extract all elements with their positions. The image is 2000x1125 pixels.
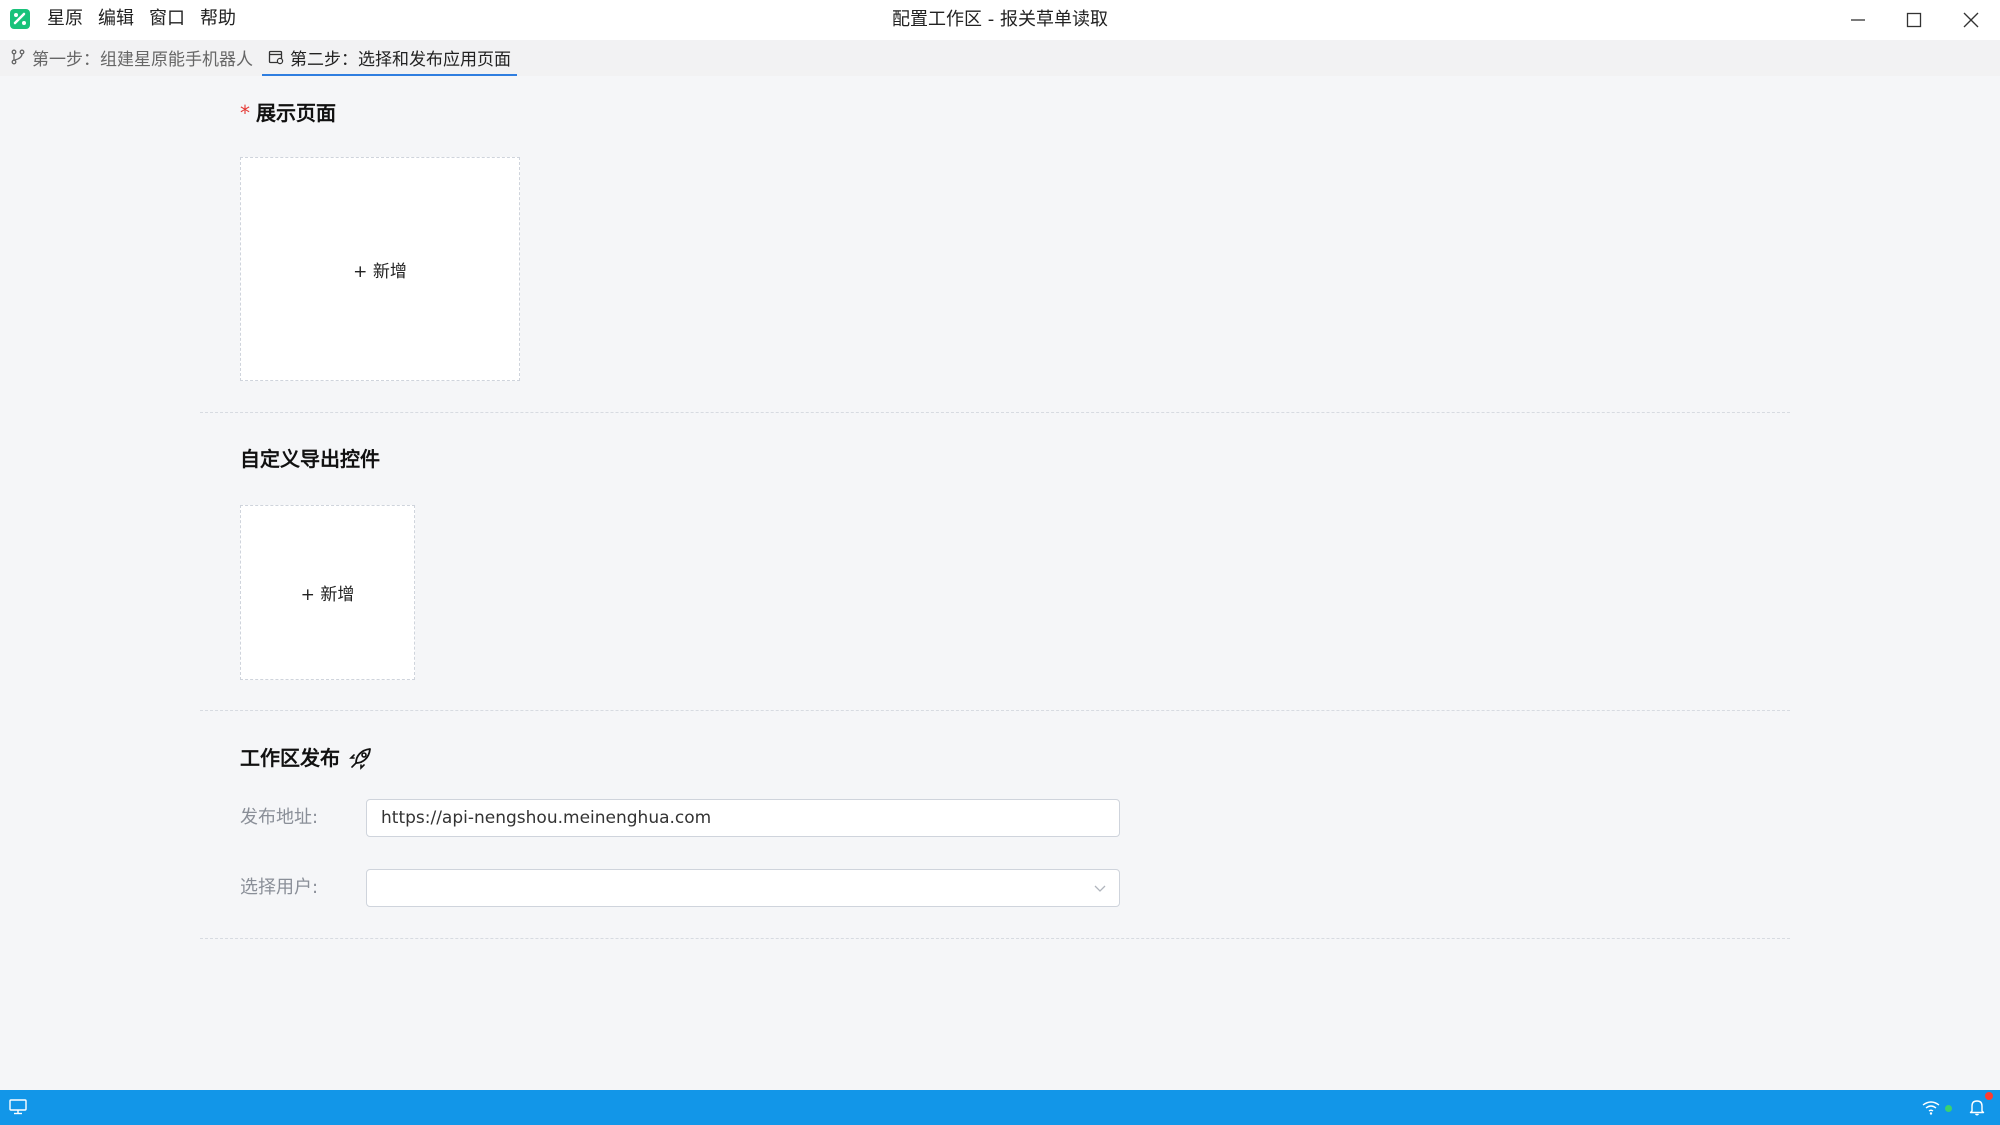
window-title: 配置工作区 - 报关草单读取 (892, 9, 1108, 30)
menu-item-window[interactable]: 窗口 (149, 7, 185, 31)
minimize-icon (1851, 19, 1865, 21)
add-export-control-button[interactable]: + 新增 (240, 505, 415, 680)
close-icon (1963, 12, 1979, 28)
menu-bar: 星原 编辑 窗口 帮助 (47, 7, 251, 31)
tab-step-one-label: 第一步：组建星原能手机器人 (32, 49, 253, 70)
close-button[interactable] (1943, 0, 1999, 40)
bell-icon[interactable] (1969, 1098, 1985, 1116)
tab-step-two-label: 第二步：选择和发布应用页面 (290, 49, 511, 70)
title-bar: 星原 编辑 窗口 帮助 配置工作区 - 报关草单读取 (0, 0, 2000, 40)
display-pages-title: * 展示页面 (240, 100, 336, 126)
publish-title: 工作区发布 (240, 745, 374, 771)
page-settings-icon (268, 50, 284, 65)
publish-address-label: 发布地址: (240, 807, 319, 828)
add-display-page-button[interactable]: + 新增 (240, 157, 520, 381)
menu-item-xingyuan[interactable]: 星原 (47, 7, 83, 31)
chevron-down-icon (1094, 885, 1106, 892)
add-export-control-label: + 新增 (300, 585, 355, 605)
section-divider (200, 710, 1790, 711)
app-logo-icon (10, 9, 30, 29)
section-divider (200, 938, 1790, 939)
main-content: *展示页面 + 新增 自定义导出控件 + 新增 工作区发布 发布地址: 选择用户… (0, 76, 2000, 1090)
publish-address-input[interactable] (366, 799, 1120, 837)
select-user-dropdown[interactable] (366, 869, 1120, 907)
add-display-page-label: + 新增 (353, 261, 407, 282)
wifi-icon[interactable] (1922, 1100, 1940, 1115)
section-divider (200, 412, 1790, 413)
menu-item-help[interactable]: 帮助 (200, 7, 236, 31)
publish-title-text: 工作区发布 (240, 746, 340, 770)
branch-icon (11, 49, 25, 65)
select-user-label: 选择用户: (240, 877, 319, 898)
status-bar (0, 1090, 2000, 1125)
maximize-icon (1906, 12, 1922, 28)
required-mark: * (240, 101, 250, 125)
notification-badge (1985, 1092, 1993, 1100)
connection-status-dot (1945, 1105, 1952, 1112)
minimize-button[interactable] (1830, 0, 1886, 40)
monitor-icon[interactable] (9, 1099, 27, 1115)
step-tabs: 第一步：组建星原能手机器人 第二步：选择和发布应用页面 (0, 40, 2000, 76)
rocket-icon (349, 748, 371, 770)
tab-step-one[interactable]: 第一步：组建星原能手机器人 (4, 40, 259, 74)
menu-item-edit[interactable]: 编辑 (98, 7, 134, 31)
maximize-button[interactable] (1886, 0, 1942, 40)
custom-export-title: 自定义导出控件 (240, 447, 380, 471)
display-pages-title-text: 展示页面 (256, 101, 336, 125)
tab-step-two[interactable]: 第二步：选择和发布应用页面 (262, 40, 517, 76)
